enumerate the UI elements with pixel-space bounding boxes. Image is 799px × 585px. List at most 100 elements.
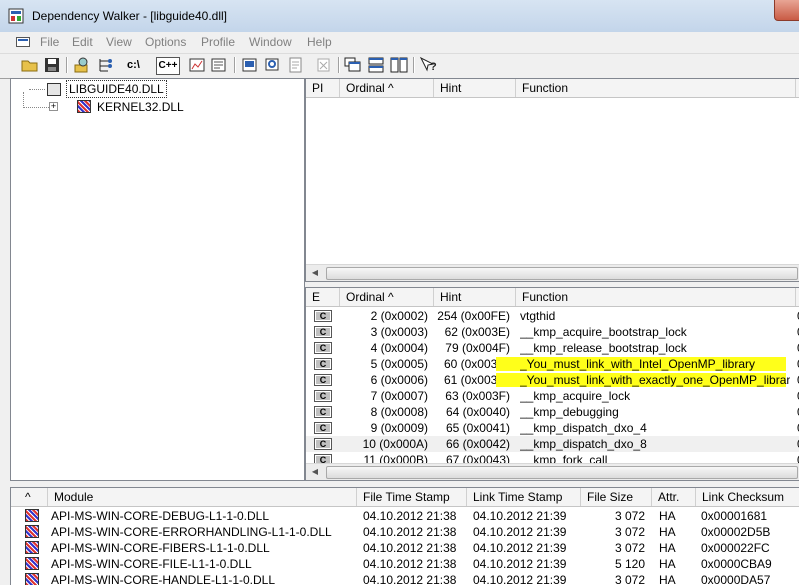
open-folder-icon[interactable] xyxy=(20,56,40,74)
tree-child-label[interactable]: KERNEL32.DLL xyxy=(97,99,184,115)
module-row[interactable]: API-MS-WIN-CORE-FIBERS-L1-1-0.DLL 04.10.2… xyxy=(11,540,799,556)
export-row[interactable]: C 7 (0x0007) 63 (0x003F) __kmp_acquire_lock… xyxy=(306,388,799,404)
col-ordinal[interactable]: Ordinal ^ xyxy=(340,288,434,306)
export-hint: 63 (0x003F) xyxy=(445,389,510,403)
find-module-icon[interactable] xyxy=(72,56,92,74)
module-name: API-MS-WIN-CORE-HANDLE-L1-1-0.DLL xyxy=(51,573,276,585)
export-row[interactable]: C8 (0x0008)64 (0x0040)__kmp_debugging0 xyxy=(306,404,799,420)
menu-window[interactable]: Window xyxy=(249,35,292,49)
col-link-checksum[interactable]: Link Checksum xyxy=(696,488,799,506)
toolbar-separator xyxy=(66,57,68,73)
module-link-time-stamp: 04.10.2012 21:39 xyxy=(473,573,567,585)
col-file-size[interactable]: File Size xyxy=(581,488,652,506)
menu-help[interactable]: Help xyxy=(307,35,332,49)
col-sort[interactable]: ^ xyxy=(11,488,48,506)
col-pi[interactable]: PI xyxy=(306,79,340,97)
module-file-size: 3 072 xyxy=(614,541,645,555)
col-link-time-stamp[interactable]: Link Time Stamp xyxy=(467,488,581,506)
imports-hscrollbar[interactable]: ◀ xyxy=(306,264,799,281)
imports-pane[interactable]: PI Ordinal ^ Hint Function ◀ xyxy=(305,78,799,282)
full-path-toggle[interactable]: c:\ xyxy=(127,56,147,74)
scroll-thumb[interactable] xyxy=(326,466,798,479)
context-help-icon[interactable]: ? xyxy=(418,56,438,74)
menu-options[interactable]: Options xyxy=(145,35,186,49)
copy-disabled-icon[interactable] xyxy=(314,56,334,74)
export-row[interactable]: C 3 (0x0003) 62 (0x003E) __kmp_acquire_boot… xyxy=(306,324,799,340)
expand-toggle[interactable]: + xyxy=(49,102,58,111)
col-e[interactable]: E xyxy=(306,288,340,306)
menu-view[interactable]: View xyxy=(106,35,132,49)
save-icon[interactable] xyxy=(42,56,62,74)
module-file-time-stamp: 04.10.2012 21:38 xyxy=(363,557,457,571)
c-function-icon: C xyxy=(314,310,332,322)
tree-root-label[interactable]: LIBGUIDE40.DLL xyxy=(66,80,167,98)
tree-connector xyxy=(23,92,24,108)
cascade-icon[interactable] xyxy=(343,56,363,74)
export-row[interactable]: C 9 (0x0009) 65 (0x0041) __kmp_dispatch_dxo… xyxy=(306,420,799,436)
col-hint[interactable]: Hint xyxy=(434,288,516,306)
export-function: _You_must_link_with_exactly_one_OpenMP_l… xyxy=(520,373,790,387)
app-icon[interactable] xyxy=(8,8,24,24)
module-name: API-MS-WIN-CORE-FILE-L1-1-0.DLL xyxy=(51,557,252,571)
system-info-icon[interactable] xyxy=(240,56,260,74)
menu-profile[interactable]: Profile xyxy=(201,35,235,49)
chart-icon[interactable] xyxy=(187,56,207,74)
scroll-left-arrow[interactable]: ◀ xyxy=(308,465,322,479)
module-name: API-MS-WIN-CORE-ERRORHANDLING-L1-1-0.DLL xyxy=(51,525,332,539)
export-function: __kmp_debugging xyxy=(520,405,619,419)
col-file-time-stamp[interactable]: File Time Stamp xyxy=(357,488,467,506)
module-file-time-stamp: 04.10.2012 21:38 xyxy=(363,573,457,585)
close-button[interactable] xyxy=(774,0,799,21)
col-function[interactable]: Function xyxy=(516,288,796,306)
export-row[interactable]: C 10 (0x000A) 66 (0x0042) __kmp_dispatch_dx… xyxy=(306,436,799,452)
title-bar[interactable]: Dependency Walker - [libguide40.dll] xyxy=(0,0,799,33)
export-ordinal: 7 (0x0007) xyxy=(370,389,428,403)
modules-pane[interactable]: ^ Module File Time Stamp Link Time Stamp… xyxy=(10,487,799,585)
export-hint: 64 (0x0040) xyxy=(445,405,510,419)
module-link-checksum: 0x00001681 xyxy=(701,509,768,523)
module-row[interactable]: API-MS-WIN-CORE-FILE-L1-1-0.DLL 04.10.201… xyxy=(11,556,799,572)
module-attr: HA xyxy=(659,509,676,523)
col-ordinal[interactable]: Ordinal ^ xyxy=(340,79,434,97)
col-hint[interactable]: Hint xyxy=(434,79,516,97)
export-row[interactable]: C 4 (0x0004) 79 (0x004F) __kmp_release_boot… xyxy=(306,340,799,356)
export-row[interactable]: C5 (0x0005) 60 (0x003C) _You_must_link_wit… xyxy=(306,356,799,372)
export-ordinal: 4 (0x0004) xyxy=(370,341,428,355)
export-row[interactable]: C6 (0x0006) 61 (0x003D) _You_must_link_wit… xyxy=(306,372,799,388)
search-icon[interactable] xyxy=(263,56,283,74)
exports-pane[interactable]: E Ordinal ^ Hint Function C 2 (0x0002) 254… xyxy=(305,287,799,481)
export-function: __kmp_dispatch_dxo_8 xyxy=(520,437,647,451)
col-attr[interactable]: Attr. xyxy=(652,488,696,506)
exports-hscrollbar[interactable]: ◀ xyxy=(306,463,799,480)
menu-file[interactable]: File xyxy=(40,35,59,49)
c-function-icon: C xyxy=(314,326,332,338)
module-tree-pane[interactable]: LIBGUIDE40.DLL + KERNEL32.DLL xyxy=(10,78,305,481)
export-ordinal: 6 (0x0006) xyxy=(370,373,428,387)
export-function: vtgthid xyxy=(520,309,556,323)
module-row[interactable]: API-MS-WIN-CORE-ERRORHANDLING-L1-1-0.DLL… xyxy=(11,524,799,540)
export-hint: 254 (0x00FE) xyxy=(437,309,510,323)
module-attr: HA xyxy=(659,525,676,539)
export-hint: 62 (0x003E) xyxy=(444,325,510,339)
imports-header: PI Ordinal ^ Hint Function xyxy=(306,79,799,98)
scroll-thumb[interactable] xyxy=(326,267,798,280)
undecorate-cpp-toggle[interactable]: C++ xyxy=(156,57,180,75)
menu-edit[interactable]: Edit xyxy=(72,35,93,49)
view-full-paths-icon[interactable] xyxy=(96,56,116,74)
scroll-left-arrow[interactable]: ◀ xyxy=(308,266,322,280)
module-row[interactable]: API-MS-WIN-CORE-DEBUG-L1-1-0.DLL 04.10.20… xyxy=(11,508,799,524)
properties-icon[interactable] xyxy=(209,56,229,74)
tile-vertical-icon[interactable] xyxy=(389,56,409,74)
tile-horizontal-icon[interactable] xyxy=(366,56,386,74)
tree-connector xyxy=(29,89,45,90)
properties-page-icon[interactable] xyxy=(286,56,306,74)
col-module[interactable]: Module xyxy=(48,488,357,506)
toolbar-separator xyxy=(338,57,340,73)
module-file-time-stamp: 04.10.2012 21:38 xyxy=(363,509,457,523)
dll-module-icon xyxy=(77,100,91,113)
module-row[interactable]: API-MS-WIN-CORE-HANDLE-L1-1-0.DLL 04.10.2… xyxy=(11,572,799,585)
export-row[interactable]: C2 (0x0002)254 (0x00FE)vtgthid0 xyxy=(306,308,799,324)
document-menu-icon[interactable] xyxy=(16,37,30,47)
col-function[interactable]: Function xyxy=(516,79,796,97)
svg-text:?: ? xyxy=(430,61,437,73)
